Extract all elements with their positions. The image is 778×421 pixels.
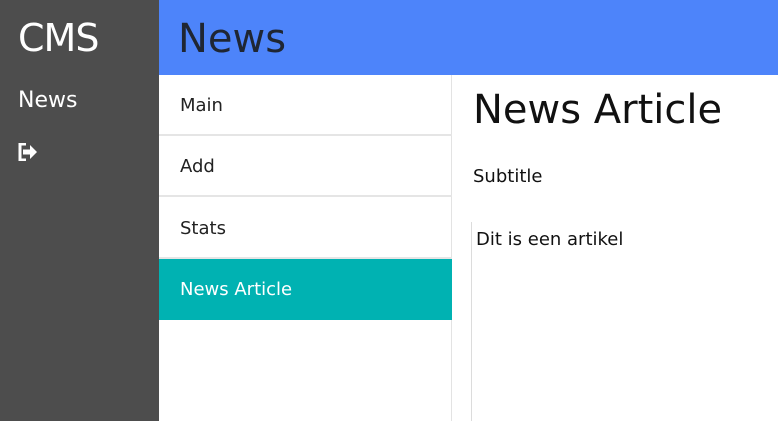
sidebar-item-news[interactable]: News: [18, 86, 77, 116]
list-item-add[interactable]: Add: [159, 136, 452, 197]
list-item-stats[interactable]: Stats: [159, 198, 452, 259]
header-bar: News: [159, 0, 778, 75]
article-subtitle: Subtitle: [473, 166, 543, 187]
article-body: Dit is een artikel: [471, 222, 778, 421]
list-item-label: Main: [180, 95, 223, 116]
article-body-text: Dit is een artikel: [476, 229, 624, 250]
app-brand: CMS: [18, 16, 99, 60]
article-list: Main Add Stats News Article: [159, 75, 452, 421]
sign-out-icon[interactable]: [18, 142, 38, 162]
page-title: News: [178, 16, 287, 62]
list-item-label: Add: [180, 156, 215, 177]
sidebar: CMS News: [0, 0, 159, 421]
list-item-label: Stats: [180, 218, 226, 239]
article-panel: News Article Subtitle Dit is een artikel: [452, 75, 778, 421]
list-item-main[interactable]: Main: [159, 75, 452, 136]
list-item-news-article[interactable]: News Article: [159, 259, 452, 320]
article-title: News Article: [473, 87, 723, 133]
list-item-label: News Article: [180, 279, 293, 300]
